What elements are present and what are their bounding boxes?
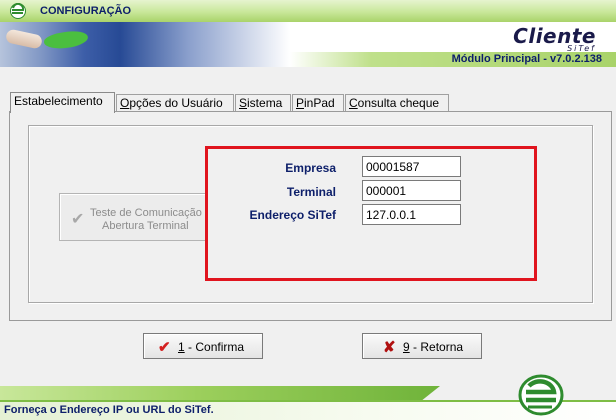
tab-mnemonic: P xyxy=(296,96,305,110)
return-button[interactable]: ✘ 9 - Retorna xyxy=(362,333,482,359)
tab-mnemonic: O xyxy=(120,96,130,110)
window-title: CONFIGURAÇÃO xyxy=(40,5,132,17)
footer-band xyxy=(0,386,440,400)
tab-mnemonic: S xyxy=(239,96,248,110)
return-key: 9 xyxy=(403,340,410,354)
tab-label: inPad xyxy=(304,96,335,110)
test-communication-button[interactable]: ✔ Teste de Comunicação Abertura Terminal xyxy=(59,193,208,241)
test-button-line2: Abertura Terminal xyxy=(102,220,189,232)
company-logo-icon xyxy=(518,374,564,416)
check-icon: ✔ xyxy=(158,339,171,356)
tab-label: Estabelecimento xyxy=(14,94,103,108)
return-label: 9 - Retorna xyxy=(403,340,463,354)
test-button-line1: Teste de Comunicação xyxy=(90,207,202,219)
title-bar: CONFIGURAÇÃO xyxy=(0,0,616,22)
check-icon: ✔ xyxy=(71,211,85,228)
tab-label: pções do Usuário xyxy=(129,96,223,110)
tab-opcoes-do-usuario[interactable]: Opções do Usuário xyxy=(116,94,234,112)
version-label: Módulo Principal - v7.0.2.138 xyxy=(451,53,602,65)
banner-image xyxy=(0,22,120,67)
brand-logo: Cliente SiTef xyxy=(513,24,596,53)
empresa-field[interactable] xyxy=(362,156,461,177)
endereco-sitef-label: Endereço SiTef xyxy=(249,208,336,222)
tab-consulta-cheque[interactable]: Consulta cheque xyxy=(345,94,449,112)
terminal-label: Terminal xyxy=(286,185,336,199)
tab-label: onsulta cheque xyxy=(357,96,440,110)
confirm-key: 1 xyxy=(178,340,185,354)
header-banner: Cliente SiTef Módulo Principal - v7.0.2.… xyxy=(0,22,616,67)
empresa-label: Empresa xyxy=(285,161,336,175)
tab-estabelecimento[interactable]: Estabelecimento xyxy=(10,92,115,113)
app-logo-icon xyxy=(10,3,26,19)
x-icon: ✘ xyxy=(383,339,396,356)
return-text: - Retorna xyxy=(409,340,464,354)
confirm-button[interactable]: ✔ 1 - Confirma xyxy=(143,333,263,359)
terminal-field[interactable] xyxy=(362,180,461,201)
tab-sistema[interactable]: Sistema xyxy=(235,94,291,112)
tab-mnemonic: C xyxy=(349,96,358,110)
tab-label: istema xyxy=(247,96,283,110)
status-text: Forneça o Endereço IP ou URL do SiTef. xyxy=(4,404,214,416)
confirm-label: 1 - Confirma xyxy=(178,340,244,354)
endereco-sitef-field[interactable] xyxy=(362,204,461,225)
tab-pinpad[interactable]: PinPad xyxy=(292,94,344,112)
confirm-text: - Confirma xyxy=(184,340,245,354)
